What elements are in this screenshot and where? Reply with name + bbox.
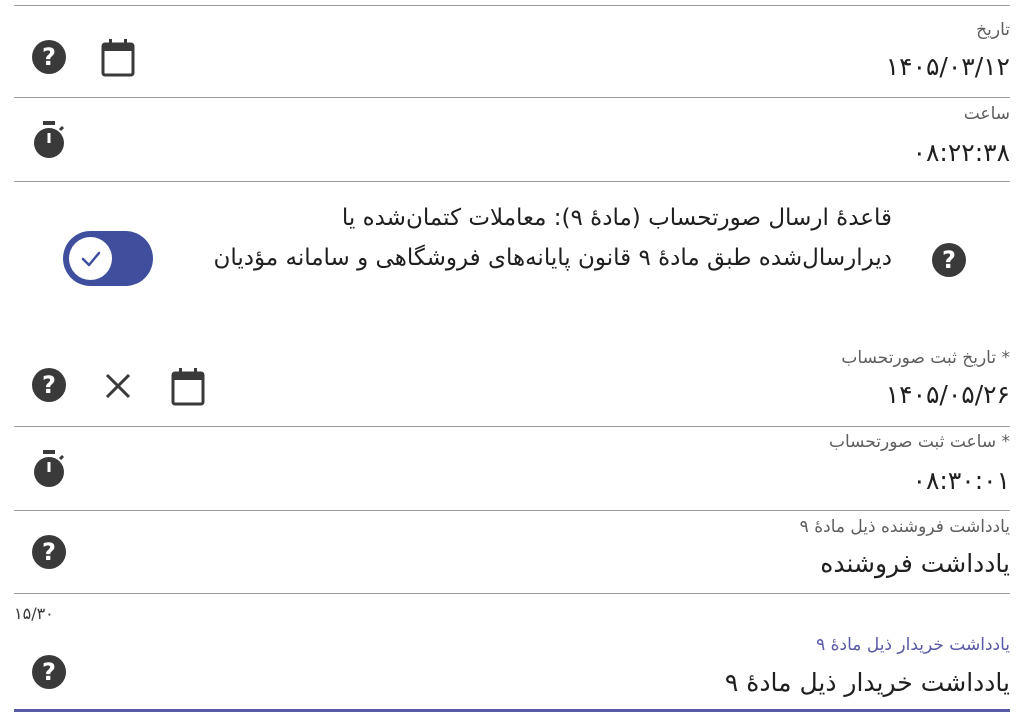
help-icon[interactable]: ? (32, 535, 66, 569)
seller-note-input[interactable]: یادداشت فروشنده (820, 549, 1010, 578)
clear-icon[interactable] (103, 371, 133, 401)
invoice-time-label: * ساعت ثبت صورتحساب (828, 432, 1010, 452)
divider (14, 5, 1010, 6)
divider (14, 181, 1010, 182)
form-page: تاریخ ۱۴۰۵/۰۳/۱۲ ? ساعت ۰۸:۲۲:۳۸ قاعدهٔ … (0, 0, 1024, 721)
buyer-note-input[interactable]: یادداشت خریدار ذیل مادهٔ ۹ (725, 668, 1010, 697)
buyer-note-label: یادداشت خریدار ذیل مادهٔ ۹ (816, 635, 1010, 655)
invoice-time-value[interactable]: ۰۸:۳۰:۰۱ (913, 466, 1010, 495)
divider (14, 97, 1010, 98)
divider (14, 593, 1010, 594)
invoice-date-value[interactable]: ۱۴۰۵/۰۵/۲۶ (886, 380, 1010, 409)
invoice-date-label: * تاریخ ثبت صورتحساب (841, 348, 1010, 368)
help-icon[interactable]: ? (32, 40, 66, 74)
seller-note-label: یادداشت فروشنده ذیل مادهٔ ۹ (799, 517, 1010, 537)
rule-toggle-label: قاعدهٔ ارسال صورتحساب (مادهٔ ۹): معاملات… (213, 205, 892, 271)
help-icon[interactable]: ? (932, 243, 966, 277)
date-value[interactable]: ۱۴۰۵/۰۳/۱۲ (886, 52, 1010, 81)
toggle-knob (69, 237, 112, 280)
stopwatch-icon[interactable] (31, 120, 67, 160)
calendar-icon[interactable] (100, 38, 136, 78)
divider (14, 510, 1010, 511)
stopwatch-icon[interactable] (31, 449, 67, 489)
calendar-icon[interactable] (170, 367, 206, 407)
seller-note-char-counter: ۱۵/۳۰ (14, 604, 54, 623)
help-icon[interactable]: ? (32, 655, 66, 689)
time-label: ساعت (963, 104, 1010, 124)
date-label: تاریخ (976, 20, 1010, 40)
check-icon (81, 251, 100, 266)
divider (14, 426, 1010, 427)
help-icon[interactable]: ? (32, 368, 66, 402)
rule-toggle-switch[interactable] (63, 231, 153, 286)
time-value[interactable]: ۰۸:۲۲:۳۸ (913, 138, 1010, 167)
active-input-underline (14, 709, 1010, 712)
